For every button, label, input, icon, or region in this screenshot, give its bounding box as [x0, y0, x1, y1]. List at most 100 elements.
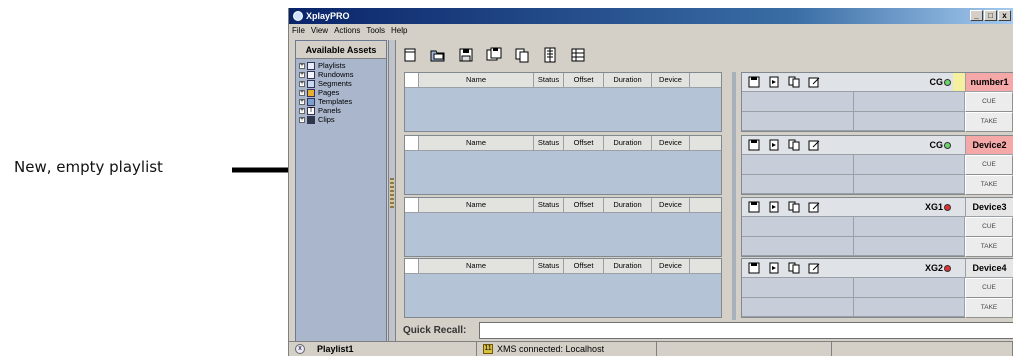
- select-all-checkbox[interactable]: [405, 198, 419, 212]
- playlist-panel-1[interactable]: Name Status Offset Duration Device: [404, 72, 722, 132]
- copy-icon: [515, 48, 529, 63]
- column-status[interactable]: Status: [534, 259, 564, 273]
- tree-item-rundowns[interactable]: + Rundowns: [296, 70, 386, 79]
- column-name[interactable]: Name: [419, 198, 534, 212]
- column-duration[interactable]: Duration: [604, 73, 652, 87]
- cue-button[interactable]: CUE: [965, 92, 1013, 112]
- menu-actions[interactable]: Actions: [334, 26, 360, 35]
- save-icon[interactable]: [748, 262, 760, 274]
- column-status[interactable]: Status: [534, 136, 564, 150]
- take-button[interactable]: TAKE: [965, 237, 1013, 257]
- maximize-button[interactable]: □: [984, 10, 997, 21]
- column-duration[interactable]: Duration: [604, 259, 652, 273]
- properties-icon: [544, 47, 556, 63]
- device-panel-1: CG number1 CUE TAKE: [741, 72, 1013, 132]
- quick-recall-input[interactable]: [479, 322, 1013, 339]
- copy-icon[interactable]: [788, 76, 800, 88]
- properties-button[interactable]: [541, 46, 559, 64]
- tree-item-templates[interactable]: + Templates: [296, 97, 386, 106]
- device-panel-2: CG Device2 CUE TAKE: [741, 135, 1013, 195]
- device-panel-4: XG2 Device4 CUE TAKE: [741, 258, 1013, 318]
- save-icon[interactable]: [748, 201, 760, 213]
- edit-icon[interactable]: [808, 201, 820, 213]
- status-cell-4: [832, 342, 1013, 356]
- copy-icon[interactable]: [788, 262, 800, 274]
- column-device[interactable]: Device: [652, 198, 690, 212]
- tree-item-segments[interactable]: + Segments: [296, 79, 386, 88]
- column-name[interactable]: Name: [419, 136, 534, 150]
- playlist-panel-2[interactable]: Name Status Offset Duration Device: [404, 135, 722, 195]
- panel-splitter[interactable]: [388, 40, 396, 348]
- play-icon[interactable]: [768, 201, 780, 213]
- page-icon: [307, 88, 315, 97]
- close-button[interactable]: x: [998, 10, 1011, 21]
- menu-view[interactable]: View: [311, 26, 328, 35]
- new-playlist-button[interactable]: [401, 46, 419, 64]
- toolbar: [401, 42, 587, 68]
- column-name[interactable]: Name: [419, 73, 534, 87]
- save-all-button[interactable]: [485, 46, 503, 64]
- playlist-panel-3[interactable]: Name Status Offset Duration Device: [404, 197, 722, 257]
- save-icon[interactable]: [748, 139, 760, 151]
- copy-icon[interactable]: [788, 201, 800, 213]
- playlist-status-icon: x: [295, 344, 305, 354]
- menu-tools[interactable]: Tools: [366, 26, 385, 35]
- edit-icon[interactable]: [808, 76, 820, 88]
- edit-icon[interactable]: [808, 262, 820, 274]
- copy-button[interactable]: [513, 46, 531, 64]
- playlist-panel-4[interactable]: Name Status Offset Duration Device: [404, 258, 722, 318]
- edit-icon[interactable]: [808, 139, 820, 151]
- copy-icon[interactable]: [788, 139, 800, 151]
- select-all-checkbox[interactable]: [405, 73, 419, 87]
- panel-divider[interactable]: [732, 72, 736, 320]
- cue-button[interactable]: CUE: [965, 155, 1013, 175]
- column-duration[interactable]: Duration: [604, 136, 652, 150]
- play-icon[interactable]: [768, 262, 780, 274]
- tree-item-panels[interactable]: + T Panels: [296, 106, 386, 115]
- cue-button[interactable]: CUE: [965, 278, 1013, 298]
- clip-icon: [307, 115, 315, 124]
- status-connection: 11 XMS connected: Localhost: [477, 342, 657, 356]
- folder-open-icon: [430, 50, 445, 62]
- column-device[interactable]: Device: [652, 259, 690, 273]
- select-all-checkbox[interactable]: [405, 136, 419, 150]
- open-button[interactable]: [429, 46, 447, 64]
- splitter-grip[interactable]: [390, 178, 394, 208]
- column-device[interactable]: Device: [652, 73, 690, 87]
- status-led-green: [944, 141, 951, 149]
- column-status[interactable]: Status: [534, 198, 564, 212]
- play-icon[interactable]: [768, 139, 780, 151]
- device-panel-3: XG1 Device3 CUE TAKE: [741, 197, 1013, 257]
- take-button[interactable]: TAKE: [965, 298, 1013, 318]
- select-all-checkbox[interactable]: [405, 259, 419, 273]
- save-icon[interactable]: [748, 76, 760, 88]
- device-name: number1: [965, 73, 1013, 91]
- template-icon: [307, 97, 315, 106]
- column-offset[interactable]: Offset: [564, 136, 604, 150]
- tree-item-pages[interactable]: + Pages: [296, 88, 386, 97]
- column-name[interactable]: Name: [419, 259, 534, 273]
- column-duration[interactable]: Duration: [604, 198, 652, 212]
- rundown-button[interactable]: [569, 46, 587, 64]
- cue-button[interactable]: CUE: [965, 217, 1013, 237]
- column-offset[interactable]: Offset: [564, 198, 604, 212]
- menu-file[interactable]: File: [292, 26, 305, 35]
- play-icon[interactable]: [768, 76, 780, 88]
- current-playlist: Playlist1: [317, 344, 354, 354]
- window-title: XplayPRO: [306, 11, 350, 21]
- take-button[interactable]: TAKE: [965, 175, 1013, 195]
- menu-help[interactable]: Help: [391, 26, 407, 35]
- column-device[interactable]: Device: [652, 136, 690, 150]
- column-offset[interactable]: Offset: [564, 73, 604, 87]
- quick-recall: Quick Recall:: [401, 321, 1013, 340]
- status-indicator: [953, 73, 965, 91]
- save-button[interactable]: [457, 46, 475, 64]
- minimize-button[interactable]: _: [970, 10, 983, 21]
- column-offset[interactable]: Offset: [564, 259, 604, 273]
- tree-item-playlists[interactable]: + Playlists: [296, 61, 386, 70]
- take-button[interactable]: TAKE: [965, 112, 1013, 132]
- tree-item-clips[interactable]: + Clips: [296, 115, 386, 124]
- connection-text: XMS connected: Localhost: [497, 344, 605, 354]
- column-status[interactable]: Status: [534, 73, 564, 87]
- save-all-icon: [486, 47, 502, 61]
